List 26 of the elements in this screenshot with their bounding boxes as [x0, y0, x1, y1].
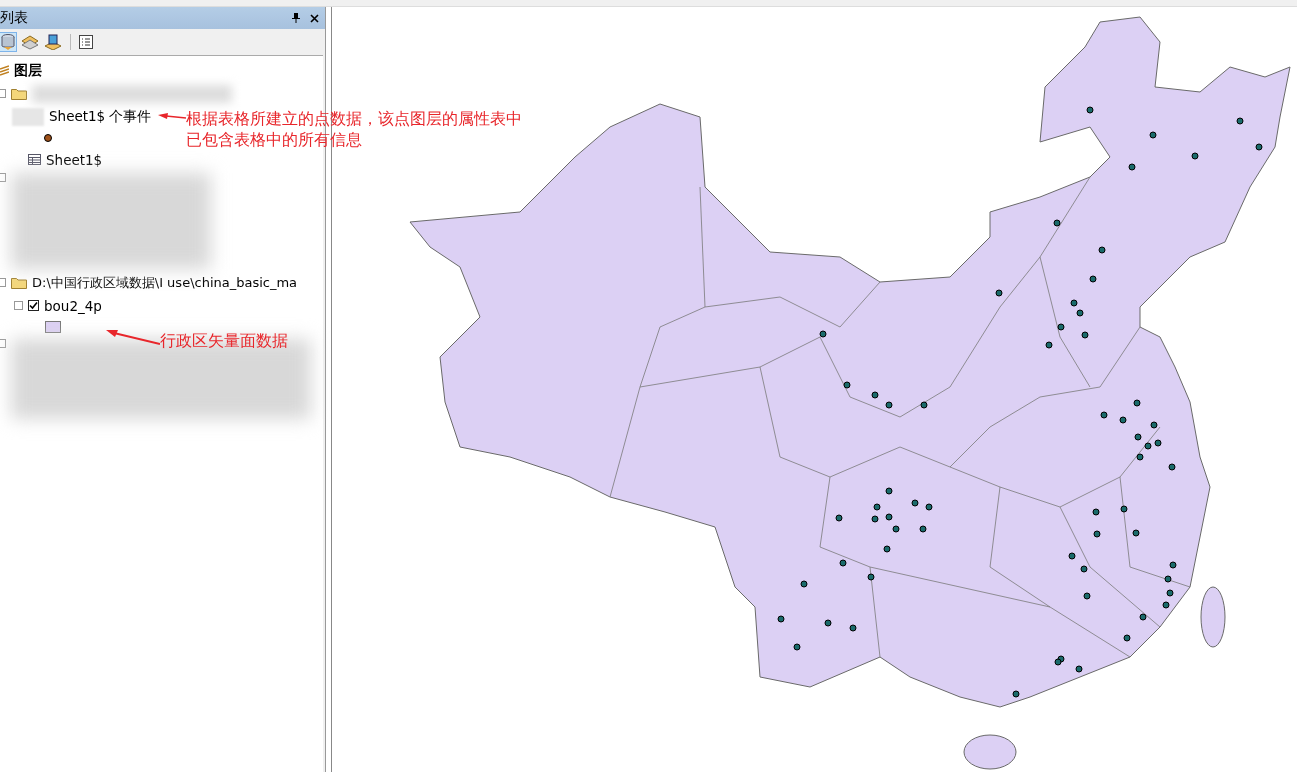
- layer-name[interactable]: bou2_4p: [44, 297, 102, 314]
- folder-path[interactable]: D:\中国行政区域数据\I use\china_basic_ma: [32, 273, 298, 292]
- annotation-text: 已包含表格中的所有信息: [186, 129, 363, 150]
- arrow-icon: [106, 330, 160, 346]
- layer-checkbox[interactable]: [28, 300, 39, 311]
- table-icon: [28, 154, 41, 165]
- layer-name[interactable]: Sheet1$ 个事件: [49, 107, 152, 126]
- close-icon[interactable]: [310, 13, 319, 23]
- source-layer-icon[interactable]: [44, 34, 62, 50]
- database-icon[interactable]: [0, 33, 16, 51]
- collapse-icon[interactable]: [14, 301, 23, 310]
- arrow-icon: [158, 113, 186, 121]
- layers-icon: [0, 64, 9, 77]
- panel-title: 列表: [0, 9, 28, 27]
- point-symbol-icon: [44, 134, 52, 142]
- layers-heading: 图层: [14, 61, 42, 80]
- pin-icon[interactable]: [292, 13, 300, 23]
- polygon-symbol-icon: [45, 321, 61, 333]
- folder-icon: [11, 276, 27, 289]
- layers-icon[interactable]: [21, 34, 39, 50]
- list-icon[interactable]: [79, 35, 93, 49]
- table-name[interactable]: Sheet1$: [46, 151, 103, 168]
- annotation-text: 行政区矢量面数据: [160, 330, 288, 351]
- folder-icon: [11, 87, 27, 100]
- blurred-symbol: [12, 107, 44, 126]
- annotation-text: 根据表格所建立的点数据，该点图层的属性表中: [186, 108, 522, 129]
